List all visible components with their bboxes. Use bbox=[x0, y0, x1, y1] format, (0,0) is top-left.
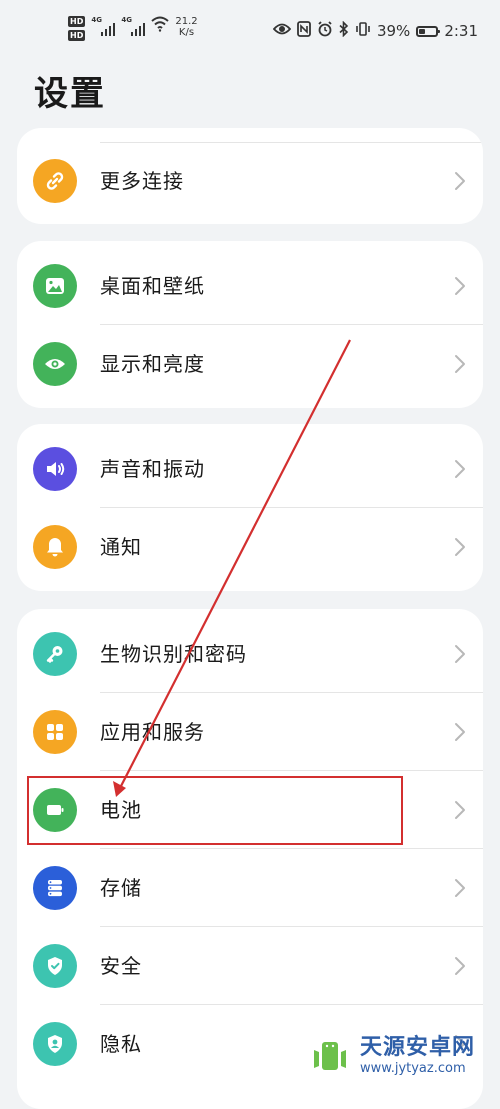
wallpaper-icon bbox=[33, 264, 77, 308]
settings-item-sound-vibration[interactable]: 声音和振动 bbox=[17, 430, 483, 508]
chevron-right-icon bbox=[453, 643, 467, 665]
clock-time: 2:31 bbox=[444, 22, 478, 40]
privacy-icon bbox=[33, 1022, 77, 1066]
speed-unit: K/s bbox=[178, 27, 195, 38]
network-type-1: 4G bbox=[91, 16, 102, 24]
settings-item-label: 存储 bbox=[100, 876, 142, 900]
settings-item-label: 通知 bbox=[100, 535, 142, 559]
eye-icon bbox=[272, 22, 292, 40]
network-speed: 21.2 K/s bbox=[175, 16, 197, 38]
eye-icon bbox=[33, 342, 77, 386]
status-left: HD HD 4G 4G 21.2 K/s bbox=[68, 16, 198, 41]
network-type-2: 4G bbox=[121, 16, 132, 24]
watermark: 天源安卓网 www.jytyaz.com bbox=[306, 1030, 496, 1082]
hd-badge-1: HD bbox=[68, 16, 86, 27]
nfc-icon bbox=[297, 21, 311, 41]
settings-item-label: 桌面和壁纸 bbox=[100, 274, 205, 298]
watermark-name: 天源安卓网 bbox=[360, 1035, 476, 1060]
page-title: 设置 bbox=[34, 74, 106, 114]
battery-percent: 39% bbox=[376, 22, 411, 40]
speaker-icon bbox=[33, 447, 77, 491]
battery-icon bbox=[416, 25, 441, 37]
settings-item-label: 生物识别和密码 bbox=[100, 642, 247, 666]
settings-item-desktop-wallpaper[interactable]: 桌面和壁纸 bbox=[17, 247, 483, 325]
link-icon bbox=[33, 159, 77, 203]
settings-card-connections: 更多连接 bbox=[17, 128, 483, 224]
speed-value: 21.2 bbox=[175, 16, 198, 27]
chevron-right-icon bbox=[453, 536, 467, 558]
settings-item-more-connections[interactable]: 更多连接 bbox=[17, 142, 483, 220]
settings-item-storage[interactable]: 存储 bbox=[17, 849, 483, 927]
settings-item-label: 声音和振动 bbox=[100, 457, 205, 481]
hd-badge-2: HD bbox=[68, 30, 86, 41]
settings-card-sound: 声音和振动 通知 bbox=[17, 424, 483, 591]
vibrate-icon bbox=[355, 21, 371, 41]
watermark-logo-icon bbox=[308, 1034, 352, 1078]
bluetooth-icon bbox=[339, 20, 349, 41]
apps-icon bbox=[33, 710, 77, 754]
settings-item-label: 显示和亮度 bbox=[100, 352, 205, 376]
key-icon bbox=[33, 632, 77, 676]
status-bar: HD HD 4G 4G 21.2 K/s 39% 2:31 bbox=[0, 0, 500, 62]
wifi-icon bbox=[151, 16, 170, 37]
annotation-highlight-box bbox=[27, 776, 403, 845]
settings-item-label: 应用和服务 bbox=[100, 720, 205, 744]
settings-item-label: 安全 bbox=[100, 954, 142, 978]
watermark-url: www.jytyaz.com bbox=[360, 1061, 466, 1076]
chevron-right-icon bbox=[453, 353, 467, 375]
chevron-right-icon bbox=[453, 721, 467, 743]
chevron-right-icon bbox=[453, 955, 467, 977]
settings-item-apps-services[interactable]: 应用和服务 bbox=[17, 693, 483, 771]
settings-item-notifications[interactable]: 通知 bbox=[17, 508, 483, 586]
alarm-icon bbox=[317, 21, 333, 41]
settings-item-label: 更多连接 bbox=[100, 169, 184, 193]
settings-item-biometrics-password[interactable]: 生物识别和密码 bbox=[17, 615, 483, 693]
hd-badges: HD HD bbox=[68, 16, 86, 41]
signal-icon-1: 4G bbox=[91, 16, 116, 36]
bell-icon bbox=[33, 525, 77, 569]
status-right: 39% 2:31 bbox=[272, 20, 478, 41]
settings-item-display-brightness[interactable]: 显示和亮度 bbox=[17, 325, 483, 403]
storage-icon bbox=[33, 866, 77, 910]
settings-item-label: 隐私 bbox=[100, 1032, 142, 1056]
chevron-right-icon bbox=[453, 275, 467, 297]
chevron-right-icon bbox=[453, 877, 467, 899]
shield-icon bbox=[33, 944, 77, 988]
chevron-right-icon bbox=[453, 799, 467, 821]
chevron-right-icon bbox=[453, 170, 467, 192]
chevron-right-icon bbox=[453, 458, 467, 480]
settings-card-display: 桌面和壁纸 显示和亮度 bbox=[17, 241, 483, 408]
settings-item-security[interactable]: 安全 bbox=[17, 927, 483, 1005]
signal-icon-2: 4G bbox=[121, 16, 146, 36]
